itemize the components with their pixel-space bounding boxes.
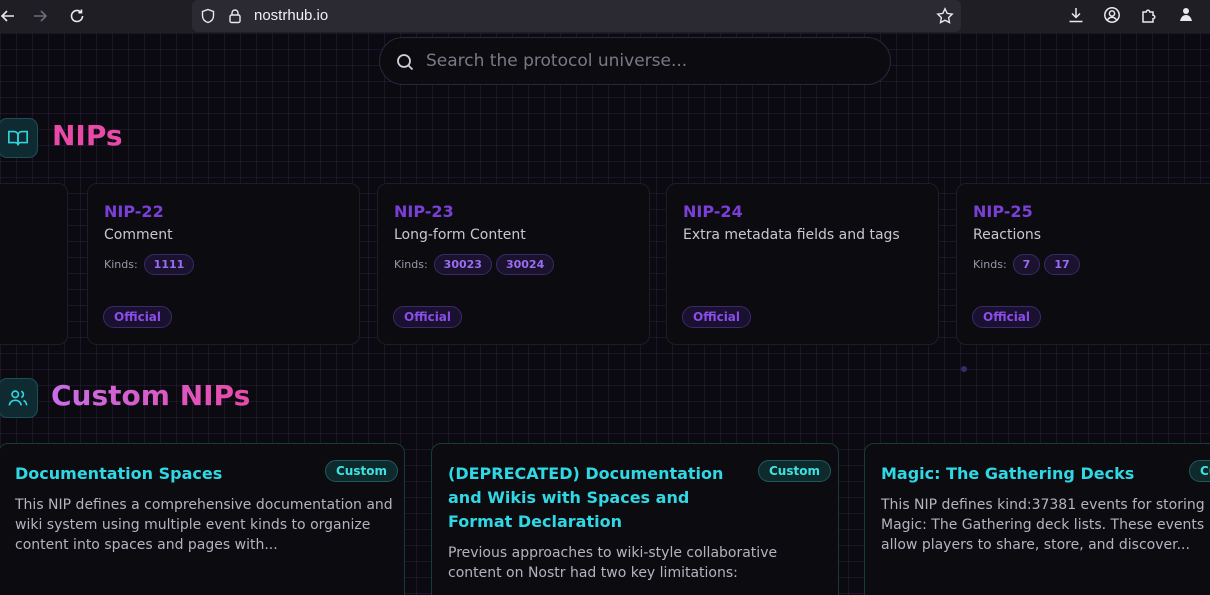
page-content: NIPs NIP-22 Comment Kinds: 1111 Official…: [0, 33, 1210, 595]
book-icon: [0, 118, 38, 158]
kind-chip: 1111: [143, 254, 195, 275]
kind-chip: 7: [1012, 254, 1041, 275]
official-badge: Official: [393, 306, 463, 328]
extension-logo-icon: [1180, 8, 1192, 21]
arrow-right-icon: [34, 10, 48, 22]
custom-nip-title: Documentation Spaces: [15, 464, 223, 483]
nip-card-partial[interactable]: [0, 183, 68, 345]
nip-id: NIP-23: [394, 202, 454, 221]
kinds-label: Kinds:: [104, 258, 138, 271]
custom-badge: Custom: [758, 460, 831, 482]
custom-badge: Custom: [325, 460, 398, 482]
download-icon: [1069, 8, 1083, 23]
custom-nip-description: This NIP defines kind:37381 events for s…: [881, 497, 1205, 553]
custom-nip-card[interactable]: Magic: The Gathering Decks Custom This N…: [864, 443, 1210, 595]
nip-id: NIP-22: [104, 202, 164, 221]
users-icon: [0, 378, 38, 418]
custom-nip-description: This NIP defines a comprehensive documen…: [15, 497, 393, 553]
nip-kinds: Kinds: 7 17: [973, 254, 1080, 275]
nip-name: Reactions: [973, 227, 1042, 243]
nip-card[interactable]: NIP-24 Extra metadata fields and tags Of…: [666, 183, 939, 345]
nip-id: NIP-25: [973, 202, 1033, 221]
reload-icon: [70, 9, 84, 23]
nip-name: Extra metadata fields and tags: [683, 227, 900, 243]
reload-button[interactable]: [61, 0, 93, 32]
nips-section-title: NIPs: [52, 119, 123, 152]
kind-chip: 30024: [495, 254, 555, 275]
custom-nip-title: Magic: The Gathering Decks: [881, 464, 1135, 483]
custom-nip-title: (DEPRECATED) Documentation and Wikis wit…: [448, 464, 724, 531]
search-bar[interactable]: [379, 37, 891, 85]
official-badge: Official: [972, 306, 1042, 328]
kind-chip: 17: [1044, 254, 1080, 275]
account-button[interactable]: [1103, 6, 1123, 26]
url-text[interactable]: nostrhub.io: [254, 7, 328, 24]
custom-nip-description: Previous approaches to wiki-style collab…: [448, 545, 778, 581]
nip-card[interactable]: NIP-25 Reactions Kinds: 7 17 Official: [956, 183, 1210, 345]
custom-badge: Custom: [1189, 460, 1210, 482]
puzzle-icon: [1142, 9, 1156, 23]
search-input[interactable]: [426, 48, 866, 74]
search-icon: [397, 54, 414, 71]
extensions-button[interactable]: [1140, 6, 1160, 26]
carousel-indicator-dot: [961, 366, 967, 372]
back-button[interactable]: [0, 0, 24, 32]
custom-nip-card[interactable]: (DEPRECATED) Documentation and Wikis wit…: [431, 443, 839, 595]
custom-nips-section-title: Custom NIPs: [51, 379, 251, 412]
official-badge: Official: [103, 306, 173, 328]
nip-kinds: Kinds: 30023 30024: [394, 254, 555, 275]
bookmark-star-icon[interactable]: [936, 7, 954, 25]
nip-kinds: Kinds: 1111: [104, 254, 195, 275]
nip-card[interactable]: NIP-22 Comment Kinds: 1111 Official: [87, 183, 360, 345]
browser-toolbar: nostrhub.io: [0, 0, 1210, 33]
forward-button[interactable]: [24, 0, 56, 32]
lock-icon[interactable]: [227, 8, 243, 24]
nip-name: Comment: [104, 227, 173, 243]
kind-chip: 30023: [433, 254, 492, 275]
kinds-label: Kinds:: [973, 258, 1007, 271]
shield-icon[interactable]: [200, 8, 216, 24]
account-icon: [1104, 7, 1120, 23]
arrow-left-icon: [0, 10, 14, 22]
nip-name: Long-form Content: [394, 227, 526, 243]
custom-nip-card[interactable]: Documentation Spaces Custom This NIP def…: [0, 443, 405, 595]
kinds-label: Kinds:: [394, 258, 428, 271]
official-badge: Official: [682, 306, 752, 328]
nip-id: NIP-24: [683, 202, 743, 221]
downloads-button[interactable]: [1067, 6, 1087, 26]
address-bar[interactable]: nostrhub.io: [192, 0, 961, 32]
nip-card[interactable]: NIP-23 Long-form Content Kinds: 30023 30…: [377, 183, 650, 345]
extension-logo-button[interactable]: [1177, 6, 1197, 26]
